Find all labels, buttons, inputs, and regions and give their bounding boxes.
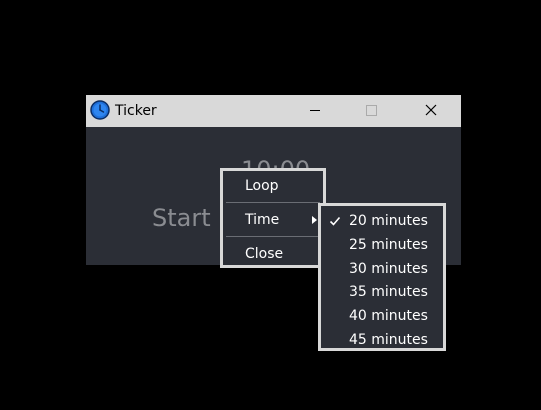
time-option-label: 35 minutes — [349, 284, 428, 300]
time-option-label: 30 minutes — [349, 261, 428, 277]
minimize-icon — [310, 110, 320, 111]
menu-item-time[interactable]: Time — [223, 208, 323, 232]
time-option-30[interactable]: 30 minutes — [321, 257, 443, 281]
time-option-label: 40 minutes — [349, 308, 428, 324]
time-option-label: 45 minutes — [349, 332, 428, 348]
close-window-button[interactable] — [408, 95, 454, 127]
close-icon — [425, 104, 437, 116]
window-title: Ticker — [115, 103, 157, 119]
start-button[interactable]: Start — [152, 203, 211, 233]
clock-icon — [90, 100, 110, 120]
time-option-25[interactable]: 25 minutes — [321, 233, 443, 257]
menu-item-loop[interactable]: Loop — [223, 174, 323, 198]
maximize-icon — [366, 105, 377, 116]
title-bar[interactable]: Ticker — [86, 95, 461, 127]
submenu-arrow-icon — [312, 216, 317, 224]
time-option-40[interactable]: 40 minutes — [321, 304, 443, 328]
checkmark-icon — [329, 215, 341, 227]
time-option-45[interactable]: 45 minutes — [321, 328, 443, 352]
menu-item-label: Close — [245, 246, 284, 262]
menu-separator — [226, 236, 320, 237]
context-menu: Loop Time Close — [220, 168, 326, 268]
menu-item-label: Loop — [245, 178, 279, 194]
menu-item-label: Time — [245, 212, 280, 228]
time-option-35[interactable]: 35 minutes — [321, 280, 443, 304]
time-option-label: 20 minutes — [349, 213, 428, 229]
menu-item-close[interactable]: Close — [223, 242, 323, 266]
maximize-button[interactable] — [348, 95, 394, 127]
time-option-20[interactable]: 20 minutes — [321, 209, 443, 233]
time-option-label: 25 minutes — [349, 237, 428, 253]
menu-separator — [226, 202, 320, 203]
minimize-button[interactable] — [292, 95, 338, 127]
time-submenu: 20 minutes 25 minutes 30 minutes 35 minu… — [318, 203, 446, 351]
